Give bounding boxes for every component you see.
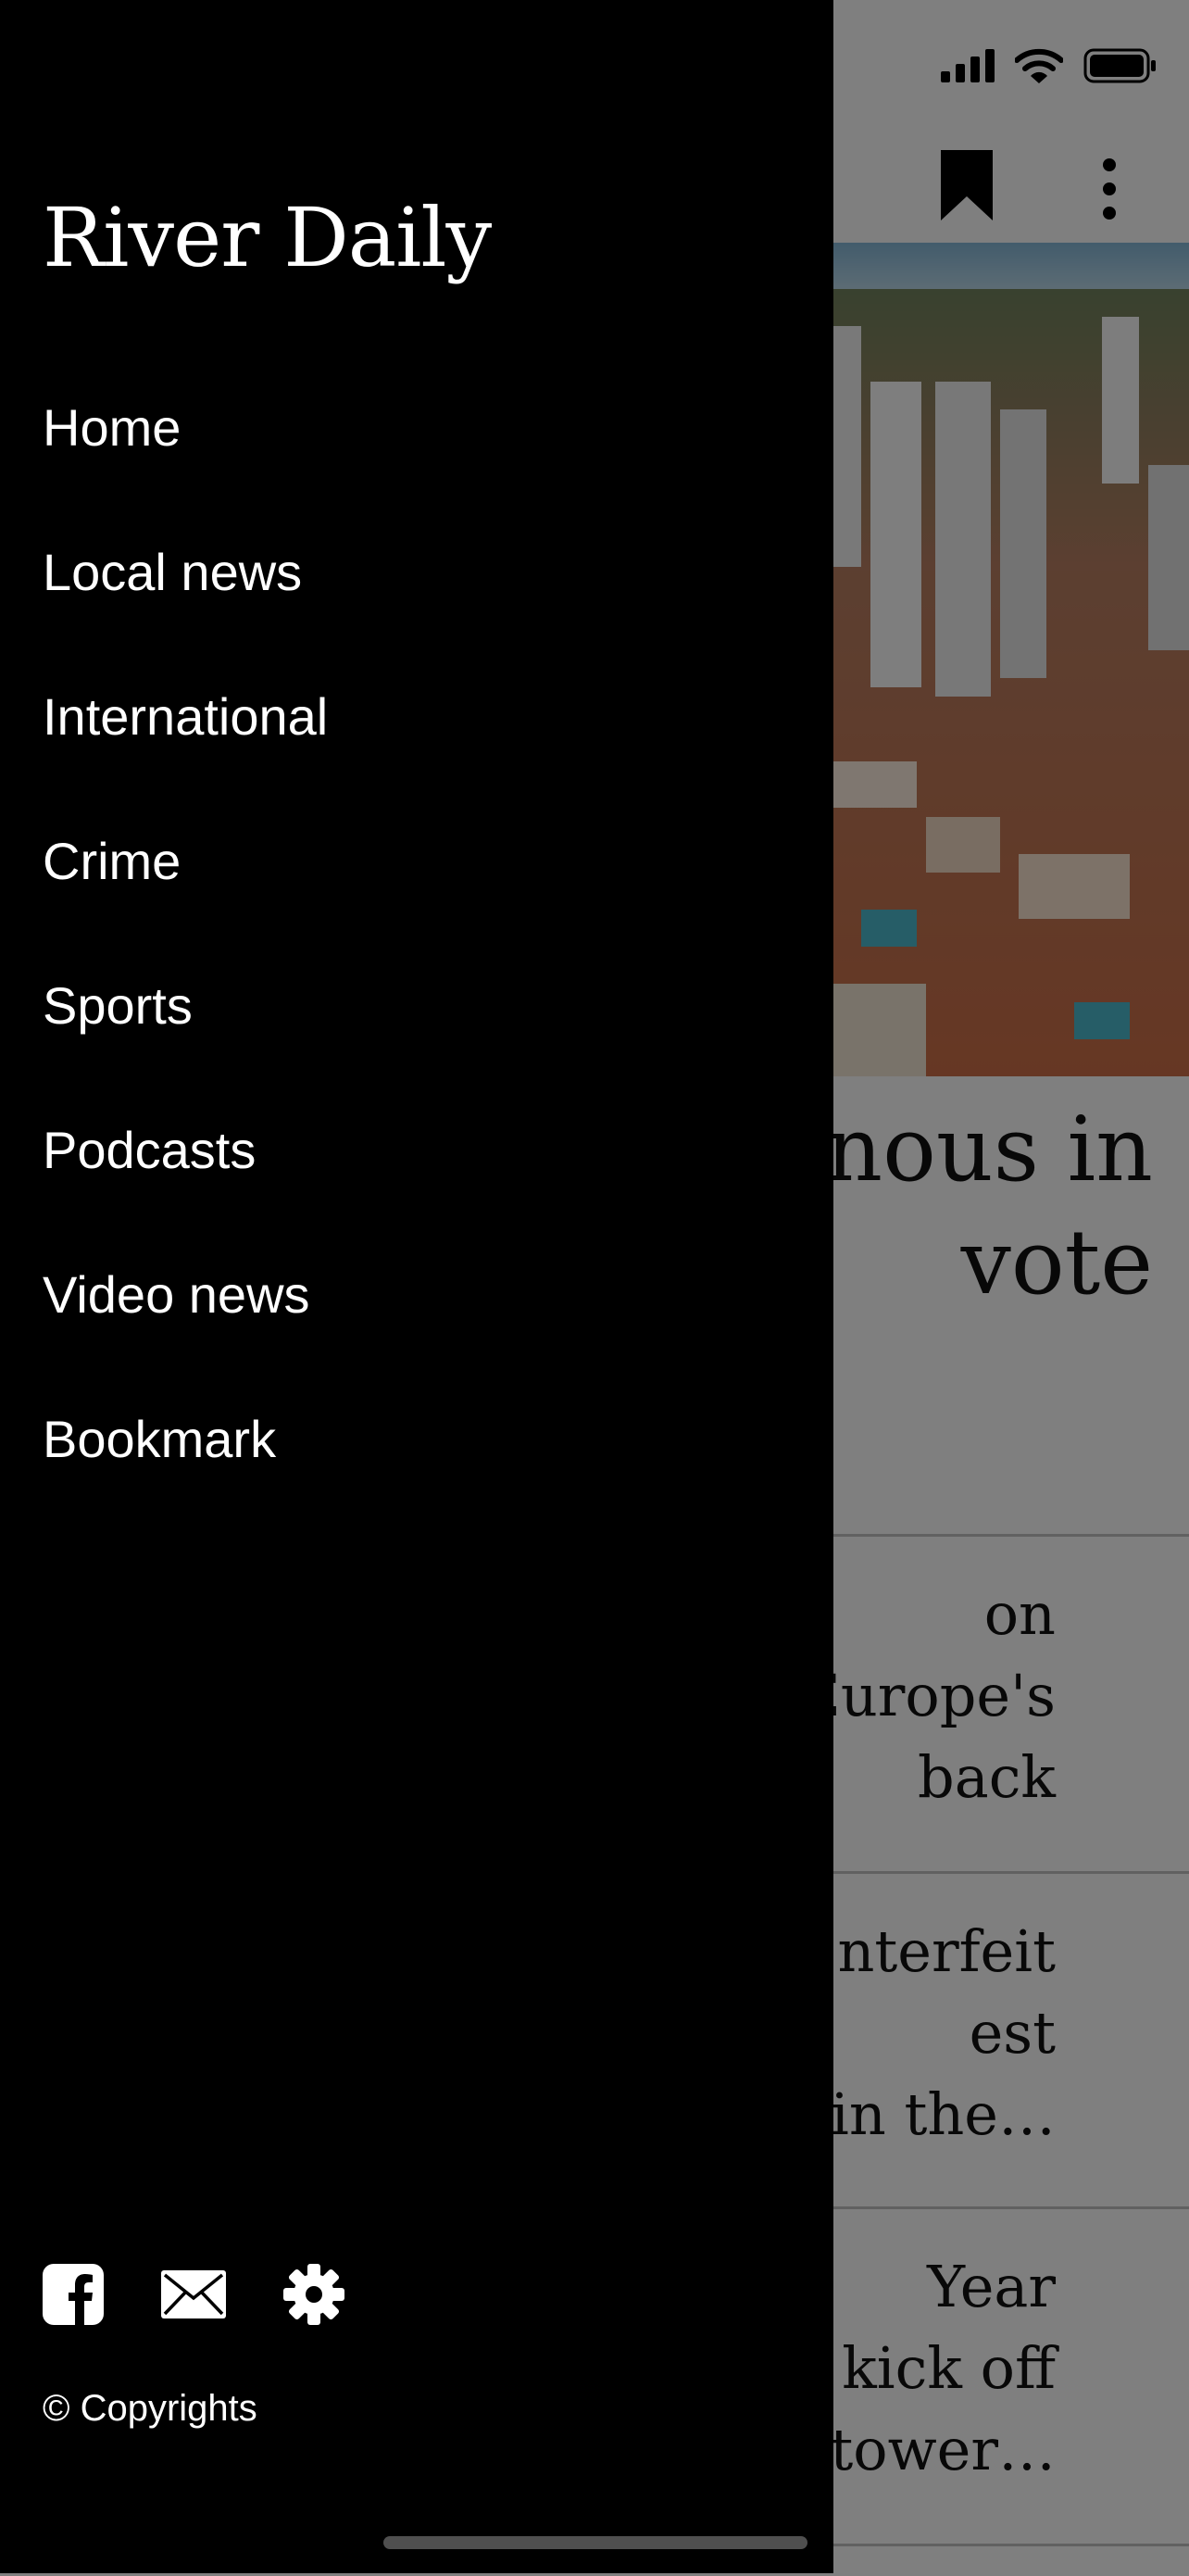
navigation-drawer: River Daily Home Local news Internationa… [0,0,833,2573]
copyright-text: © Copyrights [43,2388,257,2429]
app-title: River Daily [43,190,492,285]
nav-item-local-news[interactable]: Local news [43,534,328,678]
home-indicator[interactable] [383,2536,807,2549]
nav-item-video-news[interactable]: Video news [43,1256,328,1401]
footer-icons [43,2264,344,2325]
gear-icon[interactable] [283,2264,344,2325]
nav-item-podcasts[interactable]: Podcasts [43,1112,328,1256]
facebook-icon[interactable] [43,2264,104,2325]
nav-item-sports[interactable]: Sports [43,967,328,1112]
nav-item-home[interactable]: Home [43,389,328,534]
nav-item-bookmark[interactable]: Bookmark [43,1401,328,1545]
nav-item-crime[interactable]: Crime [43,823,328,967]
mail-icon[interactable] [161,2270,226,2318]
nav-item-international[interactable]: International [43,678,328,823]
drawer-nav: Home Local news International Crime Spor… [43,389,328,1545]
